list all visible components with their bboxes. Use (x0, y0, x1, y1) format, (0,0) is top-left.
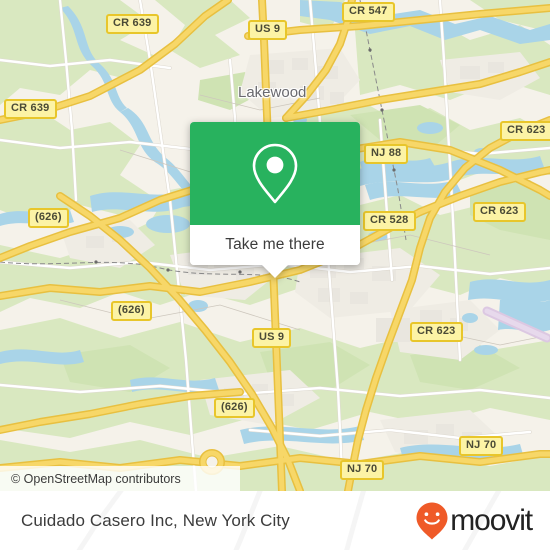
popup-cta-area[interactable]: Take me there (190, 225, 360, 265)
footer-bar: Cuidado Casero Inc, New York City moovit (0, 491, 550, 550)
location-pin-icon (252, 143, 298, 203)
road-shield-nj70-south: NJ 70 (340, 460, 385, 480)
attribution-text: © OpenStreetMap contributors (11, 471, 181, 486)
road-shield-cr639-west: CR 639 (4, 99, 57, 119)
moovit-logo[interactable]: moovit (415, 501, 533, 541)
map-canvas[interactable]: .grn{fill:#d9e8c0} .grn2{fill:#cfe3b3} .… (0, 0, 550, 491)
road-shield-nj70-east: NJ 70 (459, 436, 504, 456)
map-label-lakewood: Lakewood (238, 84, 307, 101)
road-shield-cr528: CR 528 (363, 211, 416, 231)
take-me-there-popup[interactable]: Take me there (190, 122, 360, 278)
road-shield-cr623-south: CR 623 (410, 322, 463, 342)
popup-icon-area (190, 122, 360, 225)
road-shield-626-midwest: (626) (111, 301, 152, 321)
road-shield-626-west: (626) (28, 208, 69, 228)
road-shield-us9-north: US 9 (248, 20, 288, 40)
moovit-map-screen: .grn{fill:#d9e8c0} .grn2{fill:#cfe3b3} .… (0, 0, 550, 550)
moovit-pin-smiley-icon (416, 502, 448, 539)
road-shield-nj88: NJ 88 (364, 144, 409, 164)
popup-tail (262, 265, 288, 278)
road-shield-cr639-north: CR 639 (106, 14, 159, 34)
road-shield-us9-south: US 9 (252, 328, 292, 348)
road-shield-cr623-east: CR 623 (473, 202, 526, 222)
popup-card[interactable]: Take me there (190, 122, 360, 265)
footer-place-title: Cuidado Casero Inc, New York City (21, 510, 290, 530)
take-me-there-label: Take me there (225, 236, 325, 253)
moovit-wordmark: moovit (450, 503, 533, 537)
road-shield-626-south: (626) (214, 398, 255, 418)
footer-inner: Cuidado Casero Inc, New York City moovit (0, 491, 550, 550)
road-shield-cr547: CR 547 (342, 2, 395, 22)
road-shield-cr623-northeast: CR 623 (500, 121, 550, 141)
map-attribution[interactable]: © OpenStreetMap contributors (0, 466, 240, 491)
